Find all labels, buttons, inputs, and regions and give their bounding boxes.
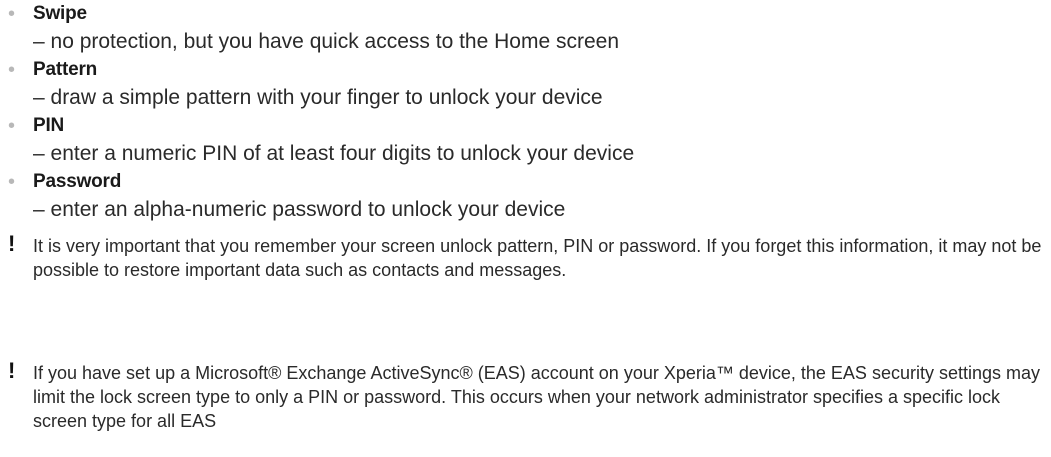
note-text: It is very important that you remember y… — [33, 236, 1042, 280]
bullet-icon: • — [8, 3, 16, 25]
term-label: Pattern — [33, 59, 98, 80]
bullet-icon: • — [8, 171, 16, 193]
term-description: – enter a numeric PIN of at least four d… — [33, 142, 635, 165]
term-description: – no protection, but you have quick acce… — [33, 30, 620, 53]
bullet-icon: • — [8, 115, 16, 137]
bullet-icon: • — [8, 59, 16, 81]
list-item-password: • Password – enter an alpha-numeric pass… — [0, 168, 1051, 224]
term-description: – draw a simple pattern with your finger… — [33, 86, 603, 109]
term-label: Password — [33, 171, 122, 192]
exclamation-icon: ! — [8, 231, 16, 256]
term-description: – enter an alpha-numeric password to unl… — [33, 198, 566, 221]
term-label: Swipe — [33, 3, 87, 24]
list-item-swipe: • Swipe – no protection, but you have qu… — [0, 0, 1051, 56]
term-label: PIN — [33, 115, 65, 136]
note-text: If you have set up a Microsoft® Exchange… — [33, 363, 1040, 431]
list-item-pin: • PIN – enter a numeric PIN of at least … — [0, 112, 1051, 168]
list-item-pattern: • Pattern – draw a simple pattern with y… — [0, 56, 1051, 112]
exclamation-icon: ! — [8, 358, 16, 383]
